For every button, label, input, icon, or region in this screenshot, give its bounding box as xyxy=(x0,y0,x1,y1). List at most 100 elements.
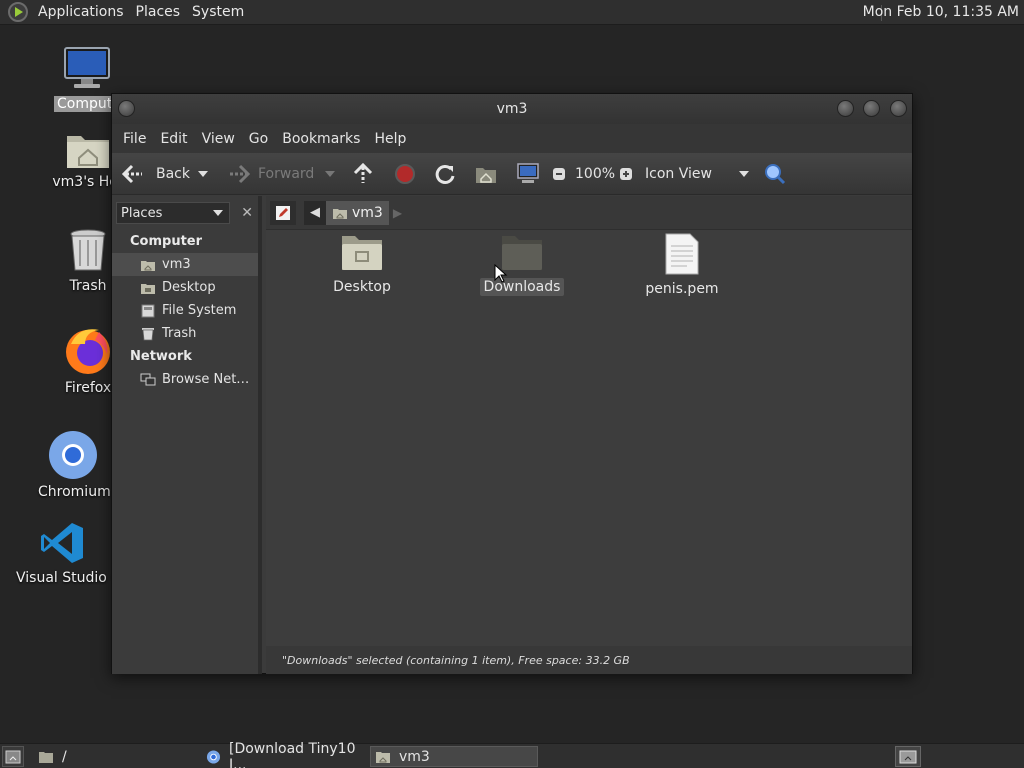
desktop-icon-label: Firefox xyxy=(64,380,112,396)
maximize-button[interactable] xyxy=(863,100,880,117)
search-button[interactable] xyxy=(764,153,786,195)
back-button[interactable]: Back xyxy=(122,153,190,195)
sidebar-item-label: vm3 xyxy=(162,257,191,272)
menu-bookmarks[interactable]: Bookmarks xyxy=(275,131,367,147)
zoom-out-icon xyxy=(553,168,565,180)
firefox-icon xyxy=(66,329,110,374)
window-titlebar[interactable]: vm3 xyxy=(112,94,912,124)
back-label: Back xyxy=(156,166,190,182)
file-name: Downloads xyxy=(479,278,565,296)
minimize-button[interactable] xyxy=(837,100,854,117)
mouse-cursor-icon xyxy=(494,264,508,283)
forward-label: Forward xyxy=(258,166,315,182)
desktop-icon-firefox[interactable]: Firefox xyxy=(58,326,118,396)
home-icon xyxy=(140,258,156,272)
desktop-icon-label: Visual Studio Co xyxy=(16,570,130,586)
home-button[interactable] xyxy=(475,153,497,195)
taskbar-item-vm3[interactable]: vm3 xyxy=(370,746,538,767)
forward-history-dropdown[interactable] xyxy=(325,153,335,195)
desktop-icon-label: Trash xyxy=(69,278,107,294)
sidebar-close-button[interactable]: ✕ xyxy=(236,202,258,224)
view-mode-label: Icon View xyxy=(645,166,712,182)
computer-button[interactable] xyxy=(516,153,540,195)
zoom-in-icon xyxy=(620,168,632,180)
zoom-level[interactable]: 100% xyxy=(575,153,615,195)
show-desktop-icon xyxy=(5,750,21,763)
reload-button[interactable] xyxy=(434,153,456,195)
file-name: Desktop xyxy=(333,279,391,295)
up-arrow-icon xyxy=(353,163,373,183)
desktop-icon-chromium[interactable]: Chromium xyxy=(38,430,111,500)
search-icon xyxy=(765,164,786,185)
show-desktop-button[interactable] xyxy=(2,746,24,767)
desktop-icon-vscode[interactable]: Visual Studio Co xyxy=(16,520,130,586)
sidebar-item-file-system[interactable]: File System xyxy=(112,299,258,322)
top-panel: Applications Places System Mon Feb 10, 1… xyxy=(0,0,1024,25)
chevron-down-icon xyxy=(739,171,749,177)
text-file-icon xyxy=(665,233,699,275)
home-icon xyxy=(333,208,347,219)
file-item-penis-pem[interactable]: penis.pem xyxy=(632,232,732,298)
menu-help[interactable]: Help xyxy=(367,131,413,147)
edit-icon xyxy=(276,205,290,220)
clock[interactable]: Mon Feb 10, 11:35 AM xyxy=(863,4,1019,20)
sidebar-item-vm3[interactable]: vm3 xyxy=(112,253,258,276)
file-name: penis.pem xyxy=(645,281,719,297)
taskbar-item-label: [Download Tiny10 I... xyxy=(228,740,356,768)
network-icon xyxy=(140,373,156,387)
chevron-right-icon: ▶ xyxy=(392,205,403,220)
sidebar-item-trash[interactable]: Trash xyxy=(112,322,258,345)
file-item-desktop[interactable]: Desktop xyxy=(312,232,412,296)
places-menu[interactable]: Places xyxy=(130,4,187,20)
chevron-down-icon xyxy=(213,210,224,216)
sidebar-mode-select[interactable]: Places xyxy=(116,202,231,224)
sidebar-item-desktop[interactable]: Desktop xyxy=(112,276,258,299)
forward-button[interactable]: Forward xyxy=(226,153,314,195)
back-history-dropdown[interactable] xyxy=(198,153,208,195)
zoom-in-button[interactable] xyxy=(619,153,633,195)
sidebar-mode-label: Places xyxy=(121,205,163,221)
forward-arrow-icon xyxy=(230,164,250,184)
status-bar: "Downloads" selected (containing 1 item)… xyxy=(266,646,912,674)
computer-icon xyxy=(517,163,539,183)
taskbar-item-label: / xyxy=(62,748,67,765)
applications-menu[interactable]: Applications xyxy=(32,4,130,20)
home-folder-icon xyxy=(67,136,109,168)
menu-edit[interactable]: Edit xyxy=(153,131,194,147)
stop-icon xyxy=(395,164,415,184)
breadcrumb-vm3[interactable]: vm3 xyxy=(326,200,389,225)
menu-file[interactable]: File xyxy=(116,131,153,147)
window-title: vm3 xyxy=(496,101,528,117)
path-scroll-right-button[interactable]: ▶ xyxy=(393,206,409,220)
path-scroll-left-button[interactable]: ◀ xyxy=(304,200,326,225)
sidebar-group-computer: Computer xyxy=(130,234,203,249)
close-button[interactable] xyxy=(890,100,907,117)
taskbar-item-download[interactable]: [Download Tiny10 I... xyxy=(202,741,368,768)
trash-icon xyxy=(140,327,156,341)
file-manager-window: vm3 File Edit View Go Bookmarks Help Bac… xyxy=(111,93,913,674)
distro-logo-icon[interactable] xyxy=(8,2,28,22)
window-menu-button[interactable] xyxy=(118,100,135,117)
system-menu[interactable]: System xyxy=(186,4,250,20)
view-mode-select[interactable]: Icon View xyxy=(645,153,749,195)
folder-icon xyxy=(39,751,53,763)
file-item-downloads[interactable]: Downloads xyxy=(472,232,572,296)
zoom-out-button[interactable] xyxy=(552,153,566,195)
toolbar: Back Forward 100% Icon View xyxy=(112,153,912,195)
workspace-switcher[interactable] xyxy=(895,746,921,767)
chevron-down-icon xyxy=(198,171,208,177)
menu-view[interactable]: View xyxy=(195,131,242,147)
sidebar-group-network: Network xyxy=(130,349,192,364)
desktop-icon-trash[interactable]: Trash xyxy=(60,228,116,294)
menu-go[interactable]: Go xyxy=(242,131,275,147)
up-button[interactable] xyxy=(353,153,373,195)
menu-bar: File Edit View Go Bookmarks Help xyxy=(112,124,912,153)
stop-button[interactable] xyxy=(394,153,416,195)
sidebar-item-browse-network[interactable]: Browse Net… xyxy=(112,368,258,391)
computer-icon xyxy=(64,47,110,88)
sidebar-item-label: Trash xyxy=(162,326,197,341)
toggle-location-entry-button[interactable] xyxy=(270,200,296,225)
file-view[interactable]: ◀ vm3 ▶ Desktop Downloads penis.pem xyxy=(266,196,912,646)
taskbar-item-root[interactable]: / xyxy=(32,746,198,767)
chevron-left-icon: ◀ xyxy=(310,205,320,220)
